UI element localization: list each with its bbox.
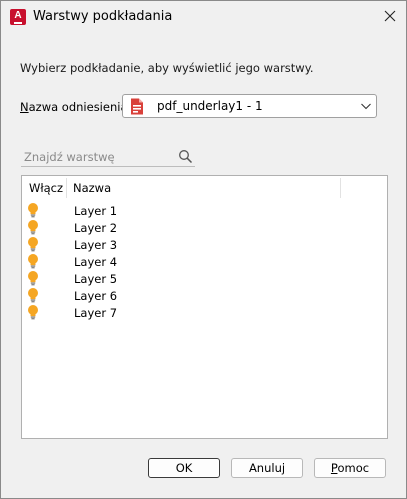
layer-row[interactable]: Layer 6: [22, 287, 387, 304]
cancel-button[interactable]: Anuluj: [231, 458, 303, 478]
layer-row[interactable]: Layer 7: [22, 304, 387, 321]
column-header-name[interactable]: Nazwa: [73, 176, 111, 200]
search-icon[interactable]: [178, 149, 193, 164]
app-icon: A: [10, 9, 26, 25]
help-label: omoc: [337, 461, 370, 475]
reference-label-mnemonic: N: [20, 100, 29, 114]
layer-row[interactable]: Layer 3: [22, 236, 387, 253]
instruction-text: Wybierz podkładanie, aby wyświetlić jego…: [20, 61, 314, 75]
reference-selected-value: pdf_underlay1 - 1: [157, 99, 263, 113]
layer-list[interactable]: Włącz Nazwa Layer 1 Layer 2 Layer 3 Layer 4…: [21, 175, 388, 439]
app-icon-letter: A: [14, 10, 22, 21]
ok-button[interactable]: OK: [148, 458, 220, 478]
reference-label-text: azwa odniesienia:: [28, 100, 132, 114]
lightbulb-icon[interactable]: [27, 219, 39, 236]
lightbulb-icon[interactable]: [27, 253, 39, 270]
help-button[interactable]: Pomoc: [314, 458, 386, 478]
layer-name: Layer 4: [74, 255, 118, 269]
layer-name: Layer 7: [74, 306, 118, 320]
layer-row[interactable]: Layer 4: [22, 253, 387, 270]
lightbulb-icon[interactable]: [27, 287, 39, 304]
layer-name: Layer 5: [74, 272, 118, 286]
layer-name: Layer 1: [74, 204, 118, 218]
close-button[interactable]: [373, 1, 407, 31]
reference-name-dropdown[interactable]: pdf_underlay1 - 1: [122, 94, 377, 118]
search-placeholder: Znajdź warstwę: [24, 150, 115, 164]
layer-row[interactable]: Layer 2: [22, 219, 387, 236]
column-header-on[interactable]: Włącz: [29, 176, 63, 200]
chevron-down-icon: [361, 103, 371, 110]
lightbulb-icon[interactable]: [27, 202, 39, 219]
layer-row[interactable]: Layer 5: [22, 270, 387, 287]
layer-row[interactable]: Layer 1: [22, 202, 387, 219]
pdf-file-icon: [131, 98, 143, 115]
lightbulb-icon[interactable]: [27, 270, 39, 287]
lightbulb-icon[interactable]: [27, 304, 39, 321]
list-header: Włącz Nazwa: [22, 176, 387, 200]
lightbulb-icon[interactable]: [27, 236, 39, 253]
window-title: Warstwy podkładania: [33, 9, 173, 24]
layer-name: Layer 3: [74, 238, 118, 252]
reference-name-label: Nazwa odniesienia:: [20, 100, 131, 114]
title-bar: A Warstwy podkładania: [1, 1, 406, 33]
close-icon: [384, 10, 396, 22]
dialog-window: A Warstwy podkładania Wybierz podkładani…: [0, 0, 407, 499]
layer-search-input[interactable]: Znajdź warstwę: [21, 148, 195, 167]
layer-name: Layer 2: [74, 221, 118, 235]
layer-name: Layer 6: [74, 289, 118, 303]
